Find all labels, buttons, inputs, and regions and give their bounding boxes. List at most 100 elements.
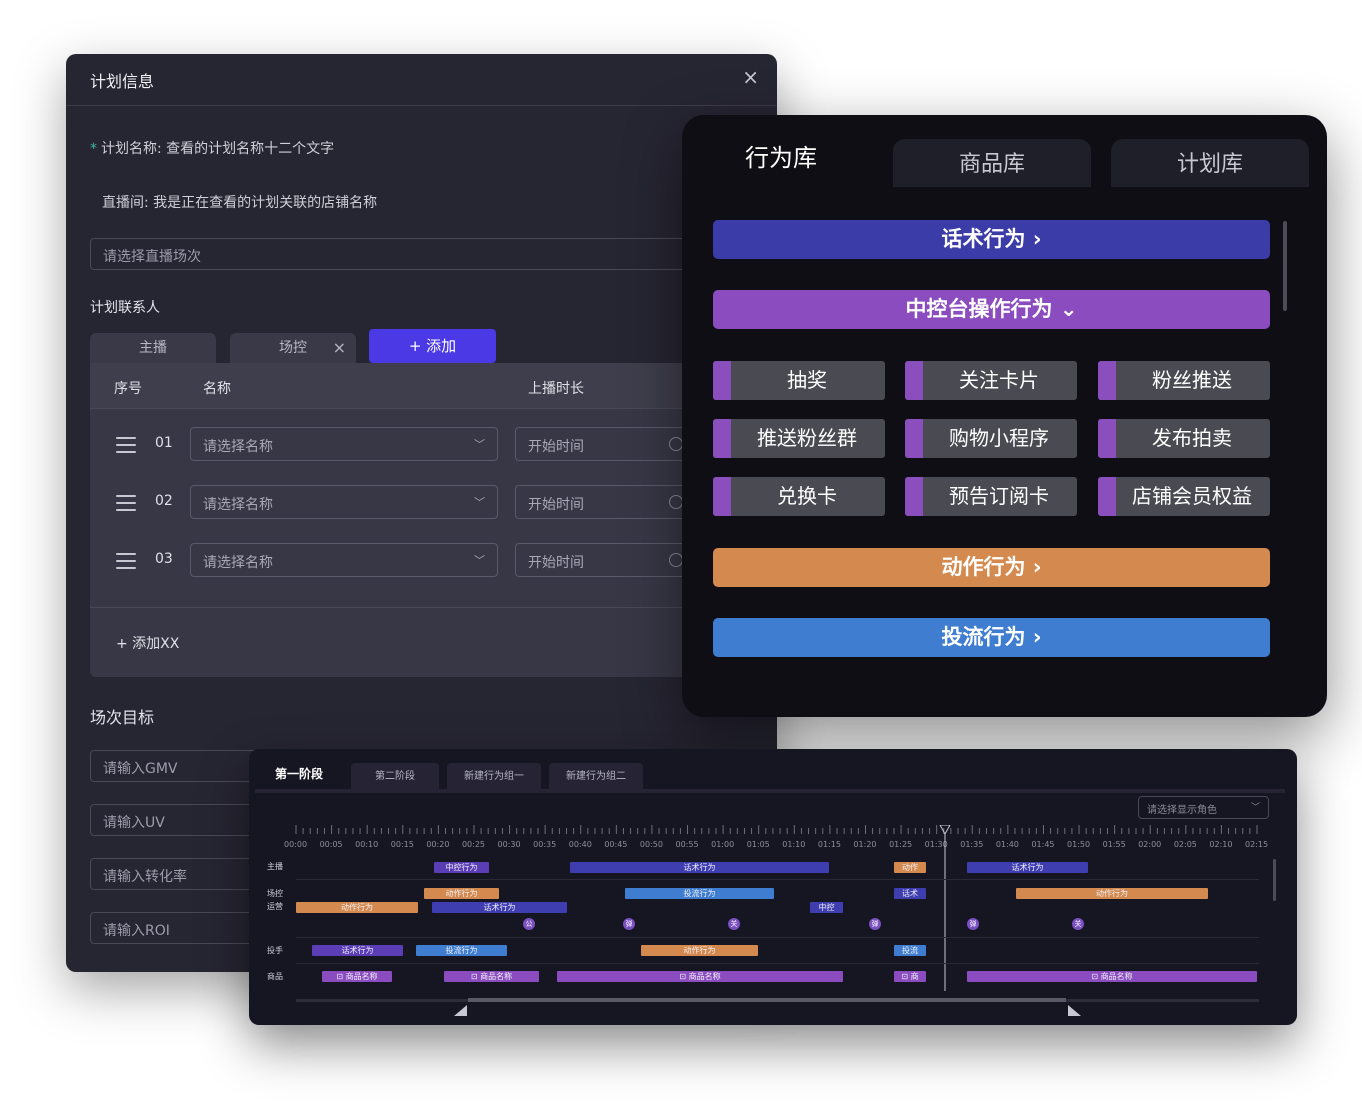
add-row-button[interactable]: + 添加XX: [116, 633, 179, 653]
tick-label: 00:30: [497, 840, 521, 849]
range-selection[interactable]: [468, 998, 1066, 1002]
session-select[interactable]: 请选择直播场次: [90, 238, 770, 270]
timeline-block[interactable]: 投流行为: [416, 945, 507, 956]
chip-follow-card[interactable]: 关注卡片: [905, 361, 1077, 400]
drag-handle-icon[interactable]: [116, 553, 136, 569]
timeline-block[interactable]: 动作行为: [424, 888, 499, 899]
timeline-block[interactable]: 话术行为: [312, 945, 403, 956]
scrollbar[interactable]: [1283, 221, 1287, 311]
name-select-placeholder: 请选择名称: [203, 555, 273, 571]
tick-label: 00:50: [639, 840, 663, 849]
tick-label: 02:10: [1209, 840, 1233, 849]
tab-stage-1[interactable]: 第一阶段: [255, 759, 343, 789]
chip-exchange-card[interactable]: 兑换卡: [713, 477, 885, 516]
plan-name-label: 计划名称:: [101, 141, 162, 157]
event-dot[interactable]: 关: [728, 918, 740, 930]
action-behavior-bar[interactable]: 动作行为 ›: [713, 548, 1270, 587]
timeline-block[interactable]: 投流: [894, 945, 926, 956]
start-time-input[interactable]: 开始时间: [515, 427, 690, 461]
event-dot[interactable]: 关: [1072, 918, 1084, 930]
timeline-block[interactable]: 话术行为: [570, 862, 829, 873]
name-select[interactable]: 请选择名称 ﹀: [190, 427, 498, 461]
control-behavior-bar[interactable]: 中控台操作行为 ⌄: [713, 290, 1270, 329]
event-dot[interactable]: 弹: [967, 918, 979, 930]
lane-divider: [296, 879, 1259, 880]
tab-host-label: 主播: [139, 340, 167, 356]
gmv-input[interactable]: 请输入GMV: [90, 750, 270, 782]
chip-lottery[interactable]: 抽奖: [713, 361, 885, 400]
chip-label: 发布拍卖: [1152, 426, 1232, 450]
drag-handle-icon[interactable]: [116, 495, 136, 511]
tab-group-1[interactable]: 新建行为组一: [447, 763, 541, 789]
timeline-block[interactable]: 话术行为: [967, 862, 1088, 873]
tab-control[interactable]: 场控 ×: [230, 333, 356, 363]
tab-plan-library[interactable]: 计划库: [1111, 139, 1309, 187]
tab-stage-2[interactable]: 第二阶段: [351, 763, 439, 789]
drag-handle-icon[interactable]: [116, 437, 136, 453]
range-handle-left[interactable]: [453, 1003, 469, 1017]
timeline-block[interactable]: ⊡ 商品名称: [967, 971, 1257, 982]
chip-auction[interactable]: 发布拍卖: [1098, 419, 1270, 458]
goods-name: 商品名称: [688, 972, 721, 981]
scrollbar[interactable]: [1273, 859, 1276, 901]
event-dot[interactable]: 弹: [623, 918, 635, 930]
chip-push-fan-group[interactable]: 推送粉丝群: [713, 419, 885, 458]
conversion-input[interactable]: 请输入转化率: [90, 858, 270, 890]
timeline-block[interactable]: ⊡ 商: [894, 971, 926, 982]
start-time-input[interactable]: 开始时间: [515, 485, 690, 519]
chevron-down-icon: ﹀: [474, 438, 485, 451]
close-icon[interactable]: ×: [742, 65, 759, 89]
timeline-block[interactable]: 中控: [810, 902, 843, 913]
chip-mini-program[interactable]: 购物小程序: [905, 419, 1077, 458]
chevron-down-icon: ﹀: [1250, 803, 1260, 813]
goal-title: 场次目标: [90, 708, 155, 727]
behavior-library-panel: 行为库 商品库 计划库 话术行为 › 中控台操作行为 ⌄ 抽奖 关注卡片 粉丝推…: [682, 115, 1327, 717]
start-time-input[interactable]: 开始时间: [515, 543, 690, 577]
chip-preview-subscribe[interactable]: 预告订阅卡: [905, 477, 1077, 516]
roi-input[interactable]: 请输入ROI: [90, 912, 270, 944]
tick-label: 00:05: [319, 840, 343, 849]
row-index: 02: [155, 493, 173, 509]
tab-behavior-library[interactable]: 行为库: [682, 127, 880, 189]
tick-label: 00:00: [284, 840, 308, 849]
timeline-block[interactable]: 投流行为: [625, 888, 774, 899]
contacts-title: 计划联系人: [90, 300, 160, 316]
timeline-block[interactable]: 话术行为: [432, 902, 567, 913]
lane-divider: [296, 963, 1259, 964]
tick-label: 01:20: [853, 840, 877, 849]
tab-host[interactable]: 主播: [90, 333, 216, 363]
playhead[interactable]: [937, 825, 953, 993]
chip-label: 预告订阅卡: [949, 484, 1049, 508]
chip-member-benefits[interactable]: 店铺会员权益: [1098, 477, 1270, 516]
timeline-block[interactable]: 动作行为: [1016, 888, 1208, 899]
add-contact-button[interactable]: + 添加: [369, 329, 496, 363]
close-icon[interactable]: ×: [333, 333, 346, 363]
timeline-block[interactable]: 动作: [894, 862, 926, 873]
clock-icon: [669, 553, 683, 567]
required-mark: *: [90, 141, 97, 157]
name-select[interactable]: 请选择名称 ﹀: [190, 543, 498, 577]
chip-fan-push[interactable]: 粉丝推送: [1098, 361, 1270, 400]
timeline-block[interactable]: ⊡ 商品名称: [444, 971, 539, 982]
range-handle-right[interactable]: [1067, 1003, 1083, 1017]
traffic-behavior-bar[interactable]: 投流行为 ›: [713, 618, 1270, 657]
speech-behavior-bar[interactable]: 话术行为 ›: [713, 220, 1270, 259]
name-select[interactable]: 请选择名称 ﹀: [190, 485, 498, 519]
timeline-block[interactable]: ⊡ 商品名称: [557, 971, 843, 982]
event-dot[interactable]: 弹: [869, 918, 881, 930]
timeline-block[interactable]: ⊡ 商品名称: [322, 971, 392, 982]
goods-name: 商品名称: [345, 972, 378, 981]
timeline-block[interactable]: 动作行为: [641, 945, 758, 956]
tab-product-library[interactable]: 商品库: [893, 139, 1091, 187]
timeline-block[interactable]: 话术: [894, 888, 926, 899]
tick-label: 00:40: [568, 840, 592, 849]
tab-group-2[interactable]: 新建行为组二: [549, 763, 643, 789]
uv-input[interactable]: 请输入UV: [90, 804, 270, 836]
event-dot[interactable]: 公: [523, 918, 535, 930]
timeline-block[interactable]: 动作行为: [296, 902, 418, 913]
tick-label: 00:15: [390, 840, 414, 849]
tick-label: 01:45: [1031, 840, 1055, 849]
table-divider: [90, 607, 777, 608]
timeline-block[interactable]: 中控行为: [434, 862, 489, 873]
role-select[interactable]: 请选择显示角色 ﹀: [1138, 796, 1269, 819]
